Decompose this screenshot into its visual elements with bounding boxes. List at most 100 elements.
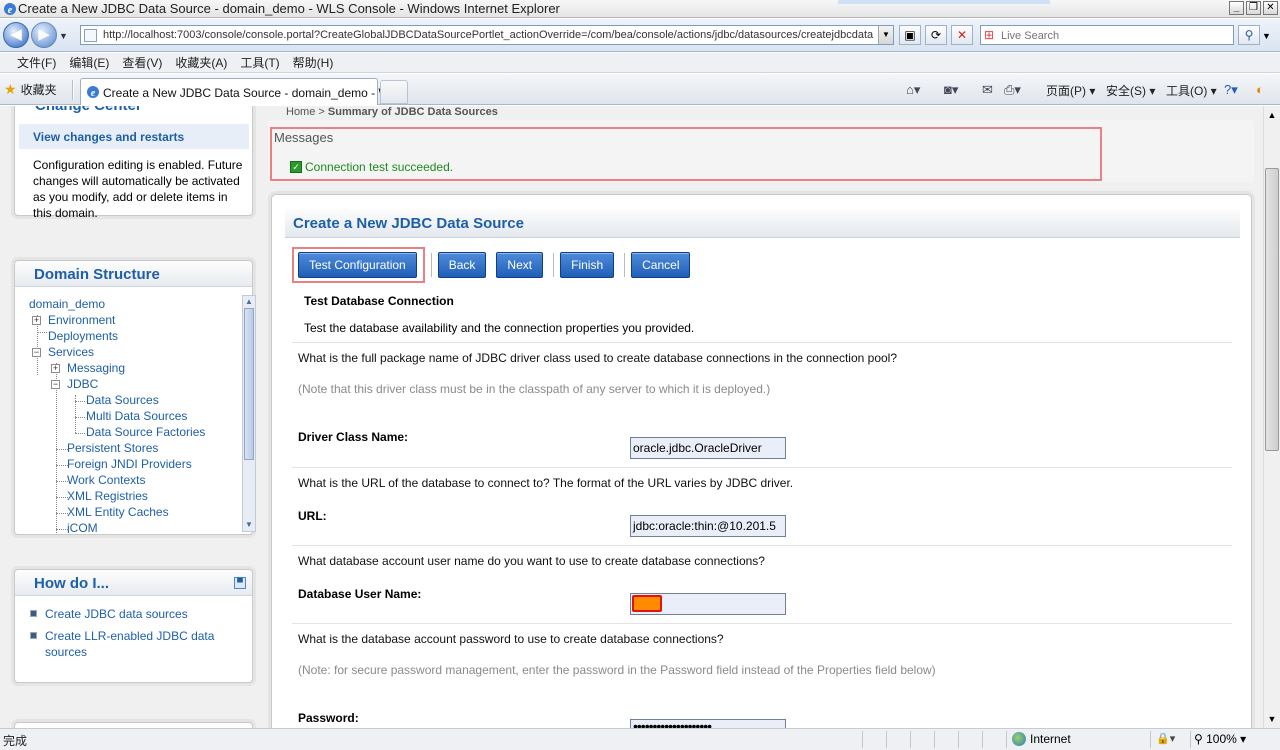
divider (292, 545, 1232, 546)
search-input[interactable] (1001, 28, 1229, 43)
driver-class-input[interactable]: oracle.jdbc.OracleDriver (630, 437, 786, 459)
stop-icon[interactable]: ✕ (951, 25, 973, 45)
test-configuration-button[interactable]: Test Configuration (298, 252, 417, 278)
tree-scrollbar[interactable]: ▲ ▼ (242, 295, 256, 532)
menu-file[interactable]: 文件(F) (17, 54, 56, 71)
tree-item-xml-entity-caches[interactable]: XML Entity Caches (67, 505, 169, 519)
security-zone[interactable]: Internet (1012, 732, 1071, 746)
password-input[interactable]: •••••••••••••••••••• (630, 719, 786, 728)
tree-item-jcom[interactable]: jCOM (67, 521, 98, 533)
menu-bar: 文件(F) 编辑(E) 查看(V) 收藏夹(A) 工具(T) 帮助(H) (0, 53, 1280, 73)
close-button[interactable]: ✕ (1263, 1, 1278, 15)
svg-text:e: e (8, 5, 13, 16)
driver-note: (Note that this driver class must be in … (298, 382, 771, 396)
tree-root[interactable]: domain_demo (29, 297, 105, 311)
tree-item-data-source-factories[interactable]: Data Source Factories (86, 425, 205, 439)
menu-tools[interactable]: 工具(T) (240, 54, 279, 71)
breadcrumb-home[interactable]: Home (286, 106, 315, 118)
scroll-up-icon[interactable]: ▲ (1267, 110, 1277, 120)
refresh-icon[interactable]: ⟳ (925, 25, 947, 45)
compatibility-view-icon[interactable]: ▣ (899, 25, 921, 45)
safety-menu[interactable]: 安全(S) ▾ (1106, 82, 1155, 99)
tree-item-jdbc[interactable]: JDBC (67, 377, 98, 391)
status-divider (1006, 731, 1007, 748)
tree-item-data-sources[interactable]: Data Sources (86, 393, 159, 407)
tree-scroll-thumb[interactable] (244, 308, 254, 460)
how-do-i-link[interactable]: Create JDBC data sources (45, 607, 188, 621)
back-button[interactable]: ◀ (3, 22, 29, 48)
url-label: URL: (298, 509, 327, 523)
print-icon[interactable]: ⎙▾ (1004, 82, 1021, 98)
how-do-i-link[interactable]: Create LLR-enabled JDBC data sources (45, 629, 214, 659)
scroll-down-icon[interactable]: ▼ (1267, 714, 1277, 724)
scroll-up-icon[interactable]: ▲ (243, 296, 255, 308)
home-icon[interactable]: ⌂▾ (906, 82, 920, 98)
tree-item-messaging[interactable]: Messaging (67, 361, 125, 375)
menu-view[interactable]: 查看(V) (122, 54, 162, 71)
tree-item-environment[interactable]: Environment (48, 313, 115, 327)
how-do-i-list: Create JDBC data sources Create LLR-enab… (30, 606, 245, 666)
finish-button[interactable]: Finish (560, 252, 615, 278)
breadcrumb-current[interactable]: Summary of JDBC Data Sources (328, 106, 498, 118)
divider (292, 467, 1232, 468)
tree-item-deployments[interactable]: Deployments (48, 329, 118, 343)
section-title: Test Database Connection (304, 294, 454, 308)
tree-line (75, 417, 85, 418)
globe-icon (1012, 732, 1026, 746)
feeds-icon[interactable]: ◙▾ (944, 82, 958, 98)
tools-menu[interactable]: 工具(O) ▾ (1166, 82, 1217, 99)
status-divider (886, 731, 887, 748)
domain-tree: domain_demo + Environment Deployments − … (29, 293, 257, 533)
cancel-button[interactable]: Cancel (631, 252, 691, 278)
tree-item-xml-registries[interactable]: XML Registries (67, 489, 148, 503)
success-message: ✓ Connection test succeeded. (290, 160, 453, 174)
url-field[interactable]: http://localhost:7003/console/console.po… (80, 25, 894, 45)
user-name-input[interactable] (630, 593, 786, 615)
search-icon[interactable]: ⚲ (1238, 25, 1260, 45)
view-changes-link[interactable]: View changes and restarts (33, 130, 184, 144)
menu-help[interactable]: 帮助(H) (293, 54, 334, 71)
menu-edit[interactable]: 编辑(E) (69, 54, 109, 71)
next-button[interactable]: Next (496, 252, 544, 278)
zoom-level[interactable]: ⚲ 100% ▾ (1194, 732, 1246, 746)
tree-item-multi-data-sources[interactable]: Multi Data Sources (86, 409, 187, 423)
favorites-button[interactable]: ★ 收藏夹 (4, 81, 57, 98)
protected-mode-icon[interactable]: 🔒▾ (1156, 732, 1175, 745)
page-scroll-thumb[interactable] (1265, 168, 1279, 451)
page-scrollbar[interactable]: ▲ ▼ (1263, 106, 1280, 728)
tree-item-foreign-jndi[interactable]: Foreign JNDI Providers (67, 457, 192, 471)
menu-favorites[interactable]: 收藏夹(A) (175, 54, 227, 71)
new-tab-button[interactable] (380, 80, 408, 104)
url-dropdown-icon[interactable]: ▼ (878, 26, 893, 44)
success-text: Connection test succeeded. (305, 160, 454, 174)
how-do-i-title: How do I... (34, 575, 109, 592)
url-input[interactable]: jdbc:oracle:thin:@10.201.5 (630, 515, 786, 537)
expand-icon[interactable]: + (51, 364, 60, 373)
minimize-button[interactable]: _ (1229, 1, 1244, 15)
back-button[interactable]: Back (437, 252, 487, 278)
research-icon[interactable]: ◐ (1256, 82, 1264, 97)
url-text[interactable]: http://localhost:7003/console/console.po… (103, 29, 873, 41)
how-do-i-item[interactable]: Create LLR-enabled JDBC data sources (30, 628, 245, 660)
change-center-title: Change Center (35, 106, 142, 114)
tab-active[interactable]: e Create a New JDBC Data Source - domain… (80, 78, 406, 105)
collapse-panel-icon[interactable]: ▀ (234, 577, 246, 589)
page-menu[interactable]: 页面(P) ▾ (1046, 82, 1095, 99)
collapse-icon[interactable]: − (51, 380, 60, 389)
how-do-i-item[interactable]: Create JDBC data sources (30, 606, 245, 622)
search-box[interactable]: ⊞ (980, 25, 1234, 45)
help-icon[interactable]: ?▾ (1224, 82, 1238, 98)
history-dropdown-icon[interactable]: ▼ (59, 31, 68, 41)
expand-icon[interactable]: + (32, 316, 41, 325)
maximize-button[interactable]: ❐ (1246, 1, 1261, 15)
tree-item-persistent-stores[interactable]: Persistent Stores (67, 441, 158, 455)
search-dropdown-icon[interactable]: ▼ (1262, 31, 1271, 41)
mail-icon[interactable]: ✉ (982, 82, 993, 98)
scroll-down-icon[interactable]: ▼ (243, 519, 255, 531)
forward-button[interactable]: ▶ (31, 22, 57, 48)
tree-item-services[interactable]: Services (48, 345, 94, 359)
collapse-icon[interactable]: − (32, 348, 41, 357)
status-divider (958, 731, 959, 748)
tree-item-work-contexts[interactable]: Work Contexts (67, 473, 145, 487)
status-divider (982, 731, 983, 748)
